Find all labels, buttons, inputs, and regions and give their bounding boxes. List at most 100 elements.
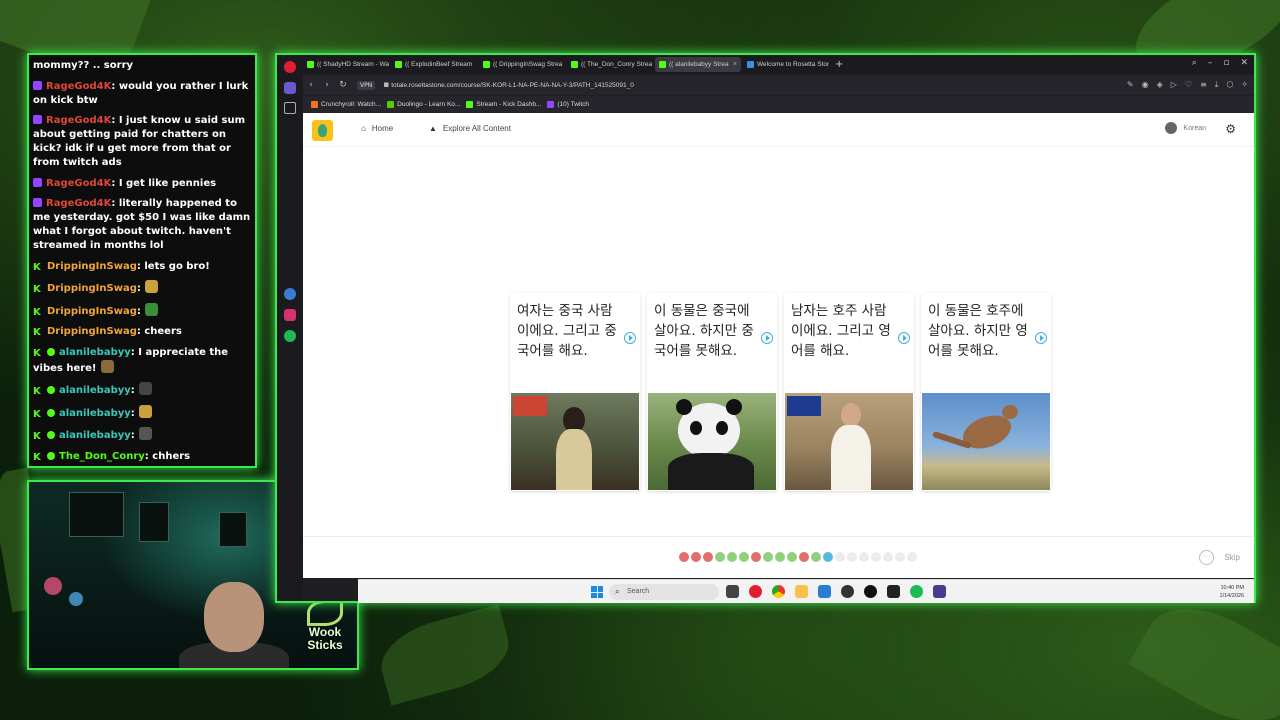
play-audio-icon[interactable] [898, 332, 910, 344]
tab-favicon [395, 61, 402, 68]
progress-dot-todo [871, 552, 881, 562]
emote-icon [138, 382, 152, 395]
app-icon[interactable] [864, 585, 877, 598]
chat-message: K The_Don_Conry: chhers [33, 450, 251, 464]
browser-tab[interactable]: (( The_Don_Conry Strea [567, 57, 653, 72]
ai-icon[interactable]: ✧ [1241, 80, 1248, 90]
bookmark-icon[interactable] [284, 102, 296, 114]
play-audio-icon[interactable] [761, 332, 773, 344]
skip-button[interactable]: ··· Skip [1199, 550, 1240, 565]
obs-icon[interactable] [933, 585, 946, 598]
chat-username[interactable]: RageGod4K [46, 81, 111, 92]
chat-username[interactable]: DrippingInSwag [47, 261, 137, 272]
clock-time: 10:40 PM [1220, 585, 1244, 591]
vpn-badge[interactable]: VPN [357, 80, 376, 90]
profile-menu[interactable]: Korean [1165, 122, 1206, 134]
lesson-card[interactable]: 이 동물은 중국에 살아요. 하지만 중국어를 못해요. [647, 293, 777, 491]
shapes-icon: ▲ [429, 124, 437, 133]
progress-dot-right [811, 552, 821, 562]
verified-icon [47, 347, 55, 356]
bookmark-item[interactable]: Duolingo - Learn Ko... [387, 101, 460, 108]
spotify-icon[interactable] [910, 585, 923, 598]
browser-tab[interactable]: (( ExplodinBeef Stream [391, 57, 477, 72]
chat-username[interactable]: RageGod4K [46, 198, 111, 209]
store-icon[interactable] [818, 585, 831, 598]
folder-icon[interactable] [795, 585, 808, 598]
chat-username[interactable]: alanilebabyy [59, 430, 131, 441]
lesson-card[interactable]: 남자는 호주 사람이에요. 그리고 영어를 해요. [784, 293, 914, 491]
spotify-icon[interactable] [284, 330, 296, 342]
minimize-button[interactable]: – [1208, 58, 1213, 68]
wall-poster [139, 502, 169, 542]
reload-icon[interactable]: ↻ [335, 80, 351, 90]
chat-username[interactable]: RageGod4K [46, 115, 111, 126]
rosetta-logo[interactable] [312, 120, 333, 141]
chat-username[interactable]: DrippingInSwag [47, 326, 137, 337]
tab-label: (( ShadyHD Stream - Wa [317, 61, 389, 68]
download-icon[interactable]: ⤓ [1215, 80, 1219, 90]
gear-icon[interactable]: ⚙ [1225, 122, 1236, 136]
system-clock[interactable]: 10:40 PM 1/14/2026 [1220, 584, 1244, 600]
browser-tab[interactable]: Welcome to Rosetta Stone [743, 57, 829, 72]
forward-icon[interactable]: › [319, 80, 335, 90]
progress-dot-right [775, 552, 785, 562]
wook-sticks-logo: Wook Sticks [299, 600, 351, 662]
chat-username[interactable]: The_Don_Conry [59, 451, 145, 462]
app-icon[interactable] [887, 585, 900, 598]
lesson-card[interactable]: 여자는 중국 사람이에요. 그리고 중국어를 해요. [510, 293, 640, 491]
tab-close-icon[interactable]: × [733, 61, 737, 68]
messenger-icon[interactable] [284, 288, 296, 300]
opera-icon[interactable] [284, 61, 296, 73]
chat-username[interactable]: alanilebabyy [59, 347, 131, 358]
progress-dots [679, 552, 917, 562]
bookmark-item[interactable]: Crunchyroll: Watch... [311, 101, 381, 108]
nav-home[interactable]: ⌂ Home [361, 124, 393, 133]
home-icon[interactable] [284, 82, 296, 94]
chat-text: mommy?? .. sorry [33, 60, 134, 71]
url-field[interactable]: totale.rosettastone.com/course/SK-KOR-L1… [391, 82, 634, 89]
bookmark-item[interactable]: Stream - Kick Dashb... [466, 101, 541, 108]
extensions-icon[interactable]: ⬡ [1226, 80, 1233, 90]
chat-username[interactable]: RageGod4K [46, 178, 111, 189]
browser-tab[interactable]: (( alanilebabyy Strea × [655, 57, 741, 72]
lesson-progress: ··· Skip [303, 536, 1254, 578]
twitch-icon [33, 115, 42, 124]
play-icon[interactable]: ▷ [1171, 80, 1177, 90]
kick-icon: K [33, 408, 41, 420]
search-icon[interactable]: ⌕ [1192, 58, 1197, 68]
play-audio-icon[interactable] [1035, 332, 1047, 344]
camera-icon[interactable]: ◉ [1142, 80, 1149, 90]
new-tab-button[interactable]: + [835, 59, 843, 70]
shield-icon[interactable]: ◈ [1157, 80, 1163, 90]
close-button[interactable]: ✕ [1240, 58, 1248, 68]
instagram-icon[interactable] [284, 309, 296, 321]
bookmark-item[interactable]: (10) Twitch [547, 101, 589, 108]
back-icon[interactable]: ‹ [303, 80, 319, 90]
heart-icon[interactable]: ♡ [1185, 80, 1192, 90]
taskbar-search[interactable]: ⌕ Search [609, 584, 719, 600]
emote-icon [144, 280, 158, 293]
play-audio-icon[interactable] [624, 332, 636, 344]
chat-text: : chhers [144, 450, 191, 462]
menu-icon[interactable]: ≡ [1200, 80, 1207, 90]
card-text: 이 동물은 호주에 살아요. 하지만 영어를 못해요. [928, 303, 1028, 359]
chrome-icon[interactable] [772, 585, 785, 598]
chat-text: : [130, 385, 135, 396]
browser-tab[interactable]: (( ShadyHD Stream - Wa [303, 57, 389, 72]
chat-username[interactable]: alanilebabyy [59, 408, 131, 419]
lock-icon: ▪ [383, 80, 390, 90]
lesson-card[interactable]: 이 동물은 호주에 살아요. 하지만 영어를 못해요. [921, 293, 1051, 491]
edit-icon[interactable]: ✎ [1127, 80, 1134, 90]
progress-dot-wrong [703, 552, 713, 562]
nav-explore[interactable]: ▲ Explore All Content [429, 124, 511, 133]
start-icon[interactable] [591, 586, 603, 598]
chat-username[interactable]: alanilebabyy [59, 385, 131, 396]
chat-username[interactable]: DrippingInSwag [47, 283, 137, 294]
browser-tab[interactable]: (( DrippingInSwag Strea [479, 57, 565, 72]
bookmark-favicon [387, 101, 395, 108]
opera-icon[interactable] [749, 585, 762, 598]
maximize-button[interactable]: ▫ [1223, 58, 1229, 68]
task-view-icon[interactable] [726, 585, 739, 598]
chat-username[interactable]: DrippingInSwag [47, 306, 137, 317]
app-icon[interactable] [841, 585, 854, 598]
